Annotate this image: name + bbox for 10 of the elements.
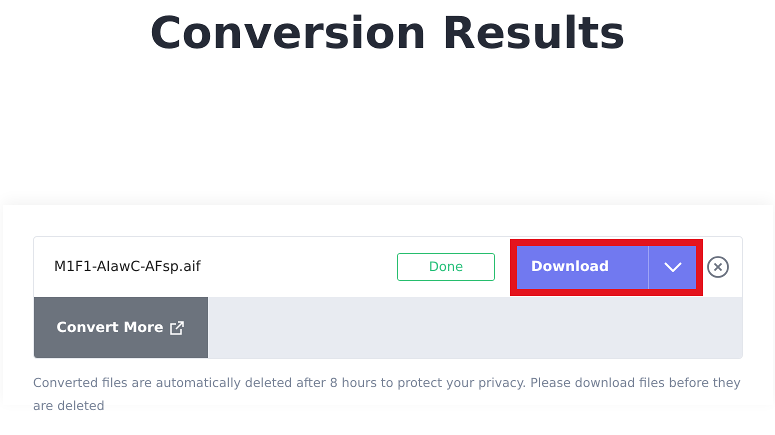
file-name: M1F1-AIawC-AFsp.aif xyxy=(54,259,202,275)
close-icon xyxy=(706,255,730,279)
download-button[interactable]: Download xyxy=(517,246,649,288)
remove-button[interactable] xyxy=(706,255,730,279)
page-title: Conversion Results xyxy=(148,7,626,61)
privacy-note: Converted files are automatically deleted after 8 hours to protect your privacy. Please download files before they are deleted xyxy=(33,374,742,415)
convert-more-button[interactable]: Convert More xyxy=(34,297,208,358)
chevron-down-icon xyxy=(664,262,682,272)
external-link-icon xyxy=(169,320,186,336)
status-badge: Done xyxy=(397,253,495,281)
